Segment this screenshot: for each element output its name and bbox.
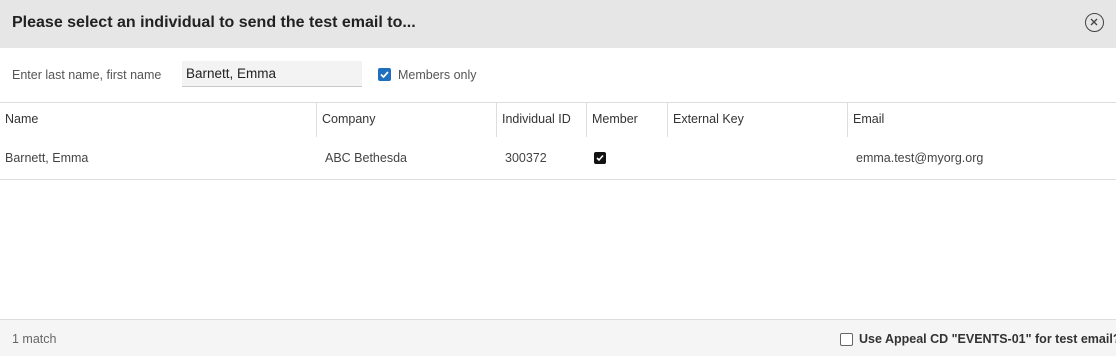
column-header-member[interactable]: Member (587, 103, 668, 137)
select-individual-dialog: Please select an individual to send the … (0, 0, 1116, 356)
close-icon[interactable] (1085, 13, 1104, 32)
use-appeal-label[interactable]: Use Appeal CD "EVENTS-01" for test email… (859, 332, 1116, 346)
member-checkbox-icon (594, 152, 606, 164)
column-header-external-key[interactable]: External Key (668, 103, 848, 137)
column-header-name[interactable]: Name (0, 103, 317, 137)
use-appeal-checkbox[interactable] (840, 333, 853, 346)
column-header-email[interactable]: Email (848, 103, 1116, 137)
column-header-company[interactable]: Company (317, 103, 497, 137)
cell-company: ABC Bethesda (325, 151, 407, 165)
cell-name: Barnett, Emma (5, 151, 89, 165)
search-row: Enter last name, first name Members only (0, 48, 1116, 102)
search-input[interactable] (182, 61, 362, 87)
cell-email: emma.test@myorg.org (856, 151, 984, 165)
table-header: Name Company Individual ID Member Extern… (0, 103, 1116, 137)
column-header-individual-id[interactable]: Individual ID (497, 103, 587, 137)
cell-individual-id: 300372 (505, 151, 547, 165)
search-label: Enter last name, first name (12, 68, 162, 82)
members-only-label[interactable]: Members only (398, 68, 477, 82)
dialog-title: Please select an individual to send the … (12, 14, 416, 31)
dialog-header: Please select an individual to send the … (0, 0, 1116, 48)
table-row[interactable]: Barnett, Emma ABC Bethesda 300372 emma.t… (0, 137, 1116, 180)
results-table: Name Company Individual ID Member Extern… (0, 102, 1116, 319)
match-count: 1 match (12, 332, 57, 346)
members-only-checkbox[interactable] (378, 68, 391, 81)
dialog-footer: 1 match Use Appeal CD "EVENTS-01" for te… (0, 319, 1116, 356)
